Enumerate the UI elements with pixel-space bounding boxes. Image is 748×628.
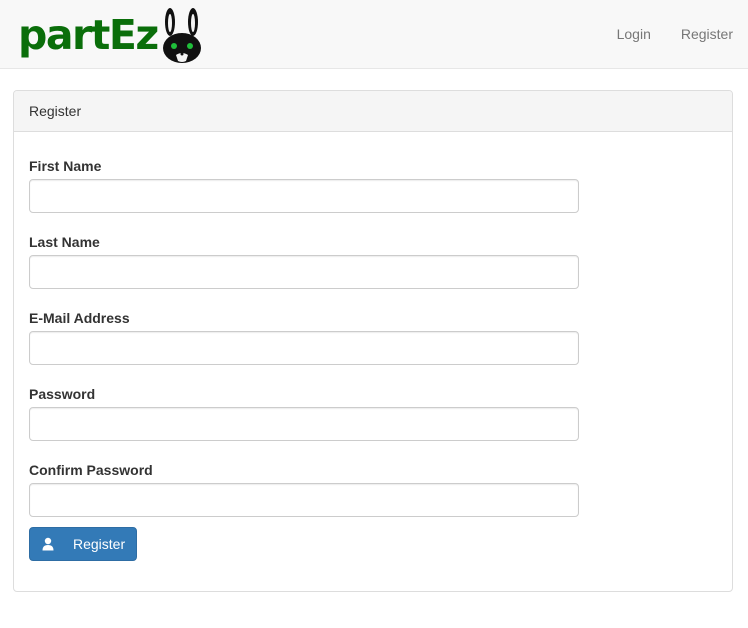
- rabbit-logo-icon: [162, 8, 201, 63]
- password-label: Password: [29, 386, 96, 402]
- nav-login-link[interactable]: Login: [602, 0, 666, 68]
- nav-register-link[interactable]: Register: [666, 0, 748, 68]
- confirm-password-label: Confirm Password: [29, 462, 153, 478]
- register-button-label: Register: [73, 536, 126, 552]
- navbar: partEz Login Register: [0, 0, 748, 69]
- last-name-group: Last Name: [29, 232, 579, 289]
- brand-logo-link[interactable]: partEz: [18, 6, 204, 64]
- user-icon: [42, 537, 54, 551]
- password-group: Password: [29, 384, 579, 441]
- password-input[interactable]: [29, 407, 579, 441]
- first-name-label: First Name: [29, 158, 102, 174]
- confirm-password-input[interactable]: [29, 483, 579, 517]
- email-group: E-Mail Address: [29, 308, 579, 365]
- brand-name: partEz: [18, 10, 159, 59]
- register-button[interactable]: Register: [29, 527, 137, 561]
- first-name-input[interactable]: [29, 179, 579, 213]
- nav-links: Login Register: [602, 0, 748, 68]
- email-input[interactable]: [29, 331, 579, 365]
- first-name-group: First Name: [29, 156, 579, 213]
- last-name-label: Last Name: [29, 234, 100, 250]
- register-panel: Register First Name Last Name E-Mail Add…: [13, 90, 733, 592]
- confirm-password-group: Confirm Password: [29, 460, 579, 517]
- last-name-input[interactable]: [29, 255, 579, 289]
- panel-heading: Register: [14, 91, 732, 132]
- email-label: E-Mail Address: [29, 310, 130, 326]
